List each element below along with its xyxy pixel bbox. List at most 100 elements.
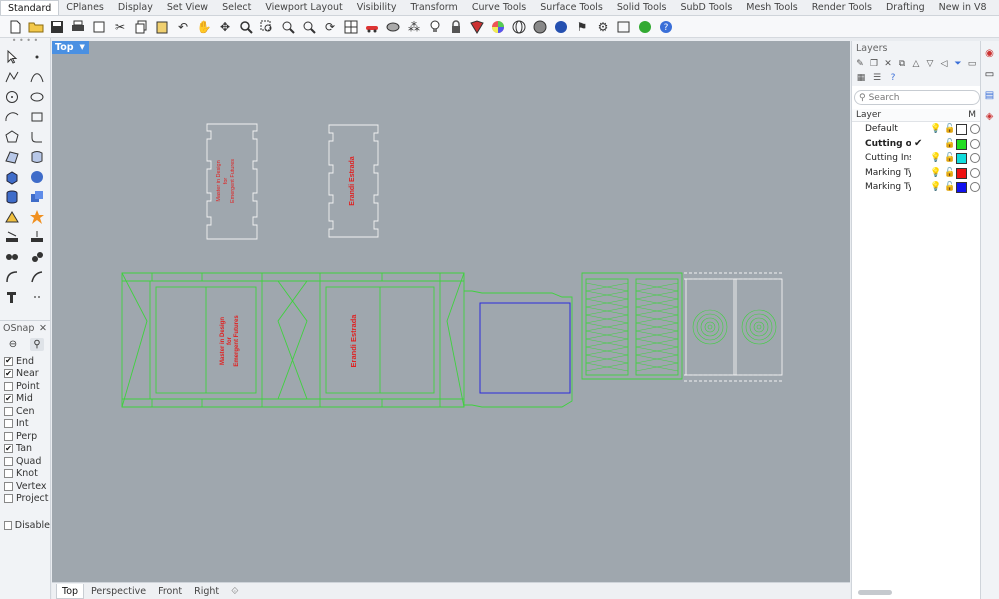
point-icon[interactable] (27, 48, 47, 66)
toolbar-tab-render-tools[interactable]: Render Tools (805, 0, 879, 15)
layer-help-icon[interactable]: ? (887, 72, 899, 84)
osnap-item-near[interactable]: ✔ Near (0, 368, 50, 381)
toolbar-tab-display[interactable]: Display (111, 0, 160, 15)
osnap-item-vertex[interactable]: Vertex (0, 480, 50, 493)
move-icon[interactable]: ✥ (216, 18, 234, 36)
layer-material-icon[interactable] (970, 124, 980, 134)
osnap-item-quad[interactable]: Quad (0, 455, 50, 468)
layer-name[interactable]: Default (865, 124, 911, 134)
osnap-checkbox[interactable]: ✔ (4, 444, 13, 454)
layer-material-icon[interactable] (970, 167, 980, 178)
move-down-icon[interactable]: ▽ (925, 58, 935, 70)
open-folder-icon[interactable] (27, 18, 45, 36)
arc-icon[interactable] (2, 108, 22, 126)
osnap-checkbox[interactable]: ✔ (4, 356, 13, 366)
loft-surface-icon[interactable] (27, 148, 47, 166)
delete-layer-icon[interactable]: ✕ (883, 58, 893, 70)
flag-icon[interactable]: ⚑ (573, 18, 591, 36)
osnap-item-cen[interactable]: Cen (0, 405, 50, 418)
circle-icon[interactable] (2, 88, 22, 106)
layer-color-swatch[interactable] (956, 124, 967, 135)
layer-material-icon[interactable] (970, 138, 980, 149)
rendered-sphere-icon[interactable] (552, 18, 570, 36)
select-arrow-icon[interactable] (2, 48, 22, 66)
osnap-checkbox[interactable]: ✔ (4, 369, 13, 379)
zoom-extents-icon[interactable] (279, 18, 297, 36)
trim-icon[interactable] (2, 268, 22, 286)
osnap-item-project[interactable]: Project (0, 493, 50, 506)
layer-row[interactable]: Cutting Inside 💡🔓 (852, 151, 980, 166)
layer-color-swatch[interactable] (956, 182, 967, 193)
current-layer-check-icon[interactable]: ✔ (914, 138, 922, 149)
layer-name[interactable]: Marking Type (865, 182, 911, 192)
viewport-tab-right[interactable]: Right (189, 584, 224, 599)
osnap-item-tan[interactable]: ✔ Tan (0, 443, 50, 456)
toolbar-tab-surface-tools[interactable]: Surface Tools (533, 0, 610, 15)
osnap-disable-checkbox[interactable] (4, 520, 12, 530)
table-view-icon[interactable]: ▦ (855, 72, 867, 84)
copy-icon[interactable] (132, 18, 150, 36)
layer-lock-icon[interactable]: 🔓 (944, 124, 955, 134)
osnap-item-int[interactable]: Int (0, 418, 50, 431)
layer-row[interactable]: Marking Type 💡🔓 (852, 166, 980, 181)
sphere-solid-icon[interactable] (27, 168, 47, 186)
explode-icon[interactable] (27, 208, 47, 226)
layer-color-swatch[interactable] (956, 138, 967, 150)
box-solid-icon[interactable] (2, 168, 22, 186)
layer-name[interactable]: Marking Type (865, 168, 911, 178)
layer-search-input[interactable]: ⚲ Search (854, 90, 980, 105)
toolbar-tab-new-in-v8[interactable]: New in V8 (932, 0, 994, 15)
layer-color-swatch[interactable] (956, 153, 967, 164)
cut-icon[interactable]: ✂ (111, 18, 129, 36)
osnap-checkbox[interactable] (4, 481, 13, 491)
osnap-checkbox[interactable] (4, 381, 13, 391)
template-icon[interactable] (90, 18, 108, 36)
globe-icon[interactable] (636, 18, 654, 36)
transform-tools-icon[interactable] (2, 288, 22, 306)
layer-lock-icon[interactable]: 🔓 (944, 182, 955, 192)
layer-visibility-bulb-icon[interactable]: 💡 (930, 182, 941, 192)
viewport-tab-front[interactable]: Front (153, 584, 187, 599)
layer-name[interactable]: Cutting Inside (865, 153, 911, 163)
pan-hand-icon[interactable]: ✋ (195, 18, 213, 36)
lock-icon[interactable] (447, 18, 465, 36)
shaded-sphere-icon[interactable] (531, 18, 549, 36)
toolbar-tab-standard[interactable]: Standard (0, 0, 60, 15)
layer-lock-icon[interactable]: 🔓 (944, 153, 955, 163)
split-icon[interactable] (27, 268, 47, 286)
layers-tab-icon[interactable]: ◉ (981, 44, 998, 62)
osnap-item-knot[interactable]: Knot (0, 468, 50, 481)
layer-visibility-bulb-icon[interactable]: 💡 (930, 124, 941, 134)
toolbar-tab-set-view[interactable]: Set View (160, 0, 215, 15)
surface-patch-icon[interactable] (2, 148, 22, 166)
block-icon[interactable] (27, 248, 47, 266)
text-tool-icon[interactable] (27, 228, 47, 246)
osnap-checkbox[interactable]: ✔ (4, 394, 13, 404)
osnap-options-icon[interactable]: ⊖ (6, 338, 20, 351)
filter-icon[interactable]: ⏷ (953, 58, 963, 70)
toolbar-tab-select[interactable]: Select (215, 0, 258, 15)
snap-points-icon[interactable]: ⁂ (405, 18, 423, 36)
boolean-union-icon[interactable] (27, 188, 47, 206)
toolbar-tab-drafting[interactable]: Drafting (879, 0, 932, 15)
layer-material-icon[interactable] (970, 153, 980, 163)
toolbar-tab-solid-tools[interactable]: Solid Tools (610, 0, 674, 15)
fillet-curve-icon[interactable] (27, 128, 47, 146)
undo-icon[interactable]: ↶ (174, 18, 192, 36)
toolbar-tab-visibility[interactable]: Visibility (350, 0, 404, 15)
rectangle-icon[interactable] (27, 108, 47, 126)
toolbar-tab-transform[interactable]: Transform (404, 0, 465, 15)
toolbar-tab-cplanes[interactable]: CPlanes (59, 0, 111, 15)
osnap-checkbox[interactable] (4, 406, 13, 416)
osnap-checkbox[interactable] (4, 494, 13, 504)
color-wheel-icon[interactable] (489, 18, 507, 36)
rotate-view-icon[interactable]: ⟳ (321, 18, 339, 36)
osnap-checkbox[interactable] (4, 419, 13, 429)
osnap-item-point[interactable]: Point (0, 380, 50, 393)
osnap-checkbox[interactable] (4, 456, 13, 466)
cylinder-solid-icon[interactable] (2, 188, 22, 206)
car-icon[interactable] (363, 18, 381, 36)
layer-name[interactable]: Cutting out (865, 139, 911, 149)
group-icon[interactable] (2, 248, 22, 266)
more-tools-icon[interactable] (27, 288, 47, 306)
